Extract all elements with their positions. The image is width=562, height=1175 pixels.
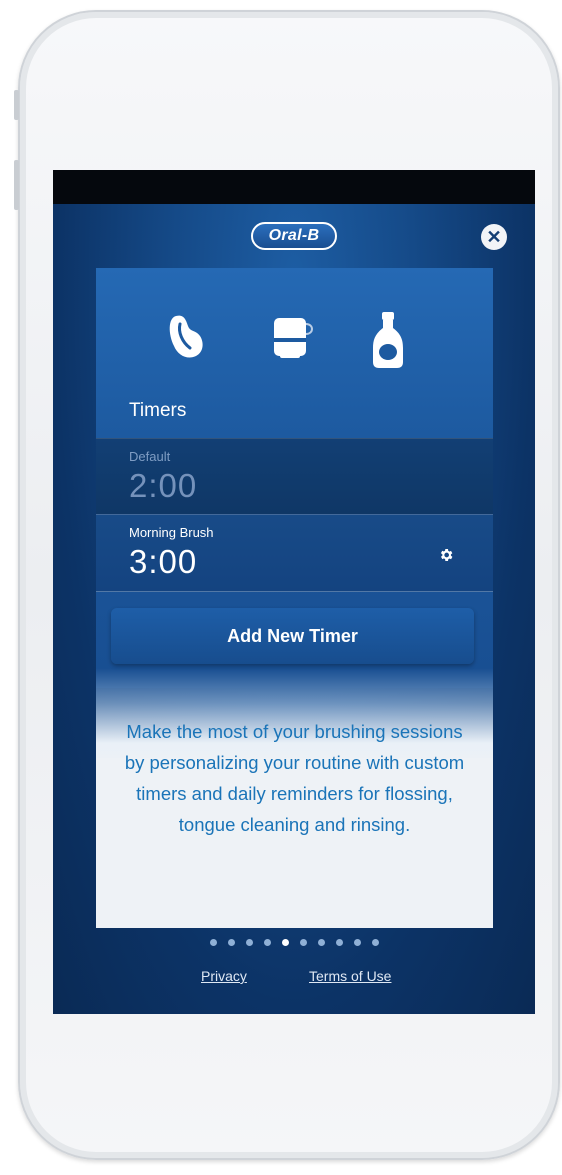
page-dot[interactable] [227, 939, 235, 946]
page-dot[interactable] [317, 939, 325, 946]
page-dot[interactable] [353, 939, 361, 946]
tongue-cleaner-icon[interactable] [166, 312, 206, 362]
page-dot[interactable] [335, 939, 343, 946]
gear-icon[interactable] [438, 547, 454, 563]
floss-dispenser-icon[interactable] [272, 312, 318, 362]
page-dot[interactable] [209, 939, 217, 946]
status-bar [53, 170, 535, 204]
terms-of-use-link[interactable]: Terms of Use [309, 968, 391, 984]
page-dot[interactable] [245, 939, 253, 946]
category-icon-row [96, 312, 493, 382]
timer-row-morning-brush[interactable]: Morning Brush 3:00 [96, 514, 493, 592]
page-dot[interactable] [371, 939, 379, 946]
close-icon: ✕ [486, 227, 502, 247]
timer-row-default[interactable]: Default 2:00 [96, 438, 493, 514]
page-dot[interactable] [281, 939, 289, 946]
promo-description: Make the most of your brushing sessions … [124, 721, 465, 835]
close-button[interactable]: ✕ [481, 224, 507, 250]
page-dot[interactable] [299, 939, 307, 946]
page-indicator[interactable] [53, 939, 535, 949]
content-panel: Timers Default 2:00 Morning Brush 3:00 A… [96, 268, 493, 928]
timer-duration: 3:00 [129, 543, 198, 580]
timer-name: Default [129, 449, 171, 464]
page-dot[interactable] [263, 939, 271, 946]
device-mute-switch [14, 90, 19, 120]
app-container: Oral-B ✕ Timers Default 2:00 Morning Bru… [53, 204, 535, 1014]
timer-duration: 2:00 [129, 467, 198, 504]
mouthwash-bottle-icon[interactable] [371, 312, 405, 368]
add-new-timer-button[interactable]: Add New Timer [111, 608, 474, 664]
timer-name: Morning Brush [129, 525, 214, 540]
brand-logo: Oral-B [251, 222, 337, 250]
timers-section-title: Timers [129, 400, 187, 421]
privacy-link[interactable]: Privacy [201, 968, 247, 984]
device-volume-button [14, 160, 19, 210]
phone-screen: Oral-B ✕ Timers Default 2:00 Morning Bru… [53, 170, 535, 1014]
